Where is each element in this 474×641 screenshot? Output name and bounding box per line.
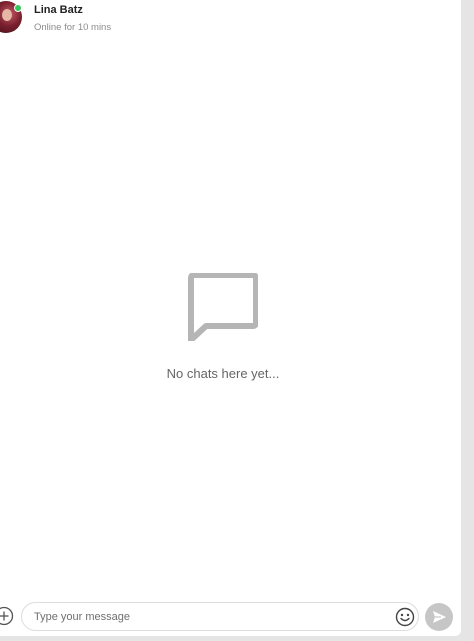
chat-header: Lina Batz Online for 10 mins: [0, 0, 461, 40]
scrollbar[interactable]: [461, 0, 474, 641]
chat-bubble-icon: [188, 273, 258, 341]
chat-panel: Lina Batz Online for 10 mins No chats he…: [0, 0, 461, 636]
plus-circle-icon[interactable]: [0, 606, 14, 626]
contact-status: Online for 10 mins: [34, 22, 112, 33]
send-button[interactable]: [425, 603, 453, 631]
send-icon: [433, 611, 446, 623]
message-input[interactable]: [34, 609, 384, 625]
avatar-face: [2, 9, 12, 21]
message-input-box[interactable]: [21, 602, 419, 631]
smiley-icon[interactable]: [395, 607, 415, 627]
contact-name: Lina Batz: [34, 4, 83, 16]
empty-state-text: No chats here yet...: [166, 366, 280, 381]
online-status-dot: [14, 4, 22, 12]
